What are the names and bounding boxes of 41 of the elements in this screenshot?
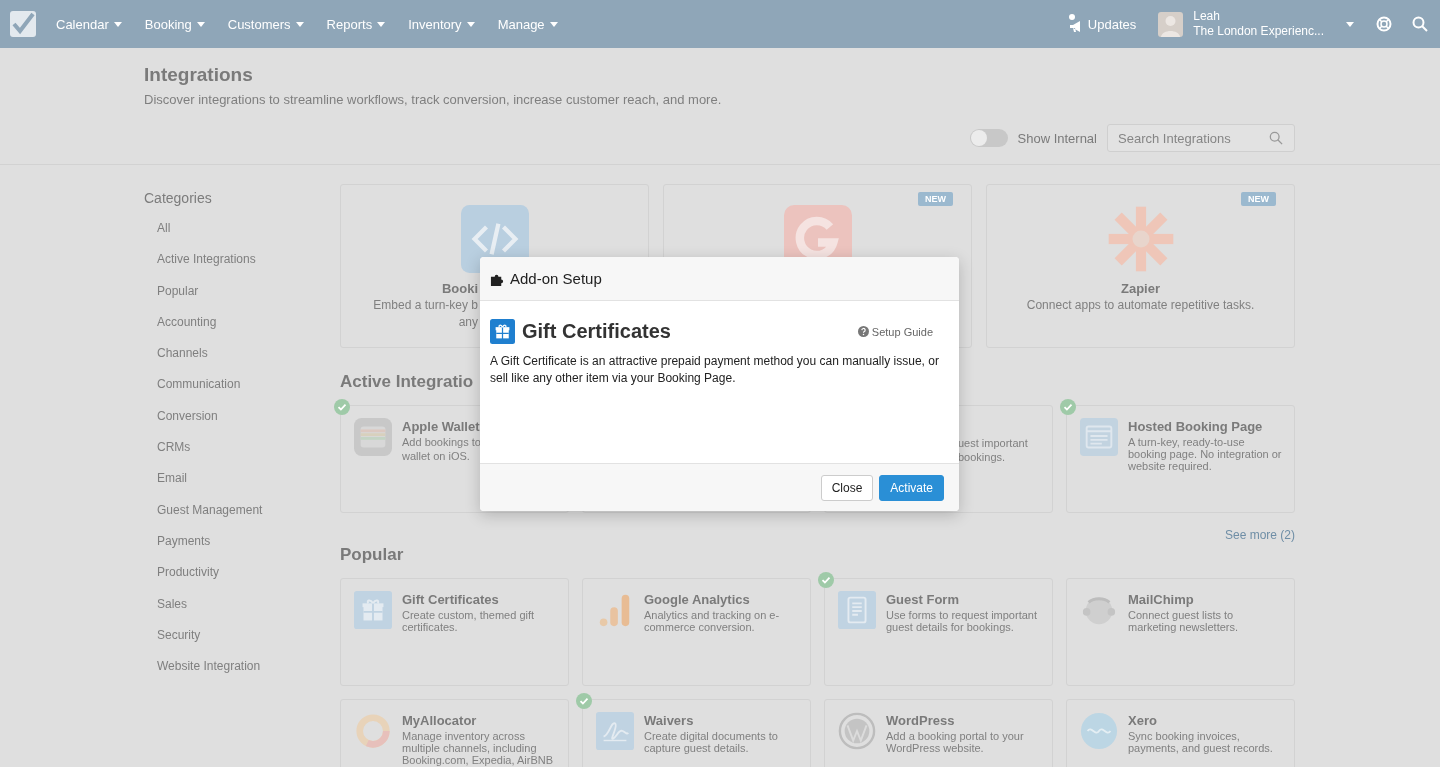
card-description: Connect apps to automate repetitive tasks. [1026, 297, 1255, 313]
card-description: Analytics and tracking on e-commerce conversion. [644, 609, 781, 633]
card-description: uest important [958, 437, 1028, 449]
page-title: Integrations [144, 63, 254, 86]
card-title: Gift Certificates [402, 592, 500, 607]
account-name: The London Experienc... [1193, 24, 1324, 39]
sidebar-heading: Categories [144, 190, 213, 206]
card-description: Use forms to request important guest details for bookings. [886, 609, 1038, 633]
addon-description: A Gift Certificate is an attractive prepaid payment method you can manually issue, or sell like any other item via your Booking Page. [490, 353, 940, 387]
page-subtitle: Discover integrations to streamline workflows, track conversion, increase customer reach, and more. [144, 92, 723, 107]
card-description: Add bookings to [402, 436, 481, 448]
user-name: Leah [1193, 9, 1221, 24]
card-description: Create custom, themed gift certificates. [402, 609, 536, 633]
new-badge: NEW [918, 192, 953, 206]
dialog-title: Add-on Setup [510, 270, 602, 287]
card-title: MailChimp [1128, 592, 1195, 607]
card-title: WordPress [886, 713, 956, 728]
card-description: wallet on iOS. [402, 450, 471, 462]
card-description: Add a booking portal to your WordPress website. [886, 730, 1025, 754]
card-description: Sync booking invoices, payments, and guest records. [1128, 730, 1274, 754]
card-description: Connect guest lists to marketing newsletters. [1128, 609, 1240, 633]
card-description: Manage inventory across multiple channels, including Booking.com, Expedia, AirBNB [402, 730, 555, 766]
section-heading: Active Integratio [340, 372, 474, 392]
section-heading: Popular [340, 545, 404, 565]
card-title: MyAllocator [402, 713, 478, 728]
card-title: Booki [440, 281, 478, 296]
card-title: Apple Wallet [402, 419, 481, 434]
card-title: Guest Form [886, 592, 960, 607]
card-title: Google Analytics [644, 592, 751, 607]
card-description: bookings. [958, 451, 1007, 463]
card-description: any [457, 314, 478, 330]
card-title: Waivers [644, 713, 695, 728]
toggle-label: Show Internal [1017, 130, 1097, 146]
addon-name: Gift Certificates [522, 320, 671, 343]
card-description: A turn-key, ready-to-use booking page. No integration or website required. [1128, 436, 1282, 472]
card-title: Zapier [1121, 281, 1160, 296]
card-title: Xero [1128, 713, 1158, 728]
card-title: Hosted Booking Page [1128, 419, 1264, 434]
card-description: Embed a turn-key b [372, 297, 478, 313]
card-description: Create digital documents to capture guest details. [644, 730, 779, 754]
new-badge: NEW [1241, 192, 1276, 206]
